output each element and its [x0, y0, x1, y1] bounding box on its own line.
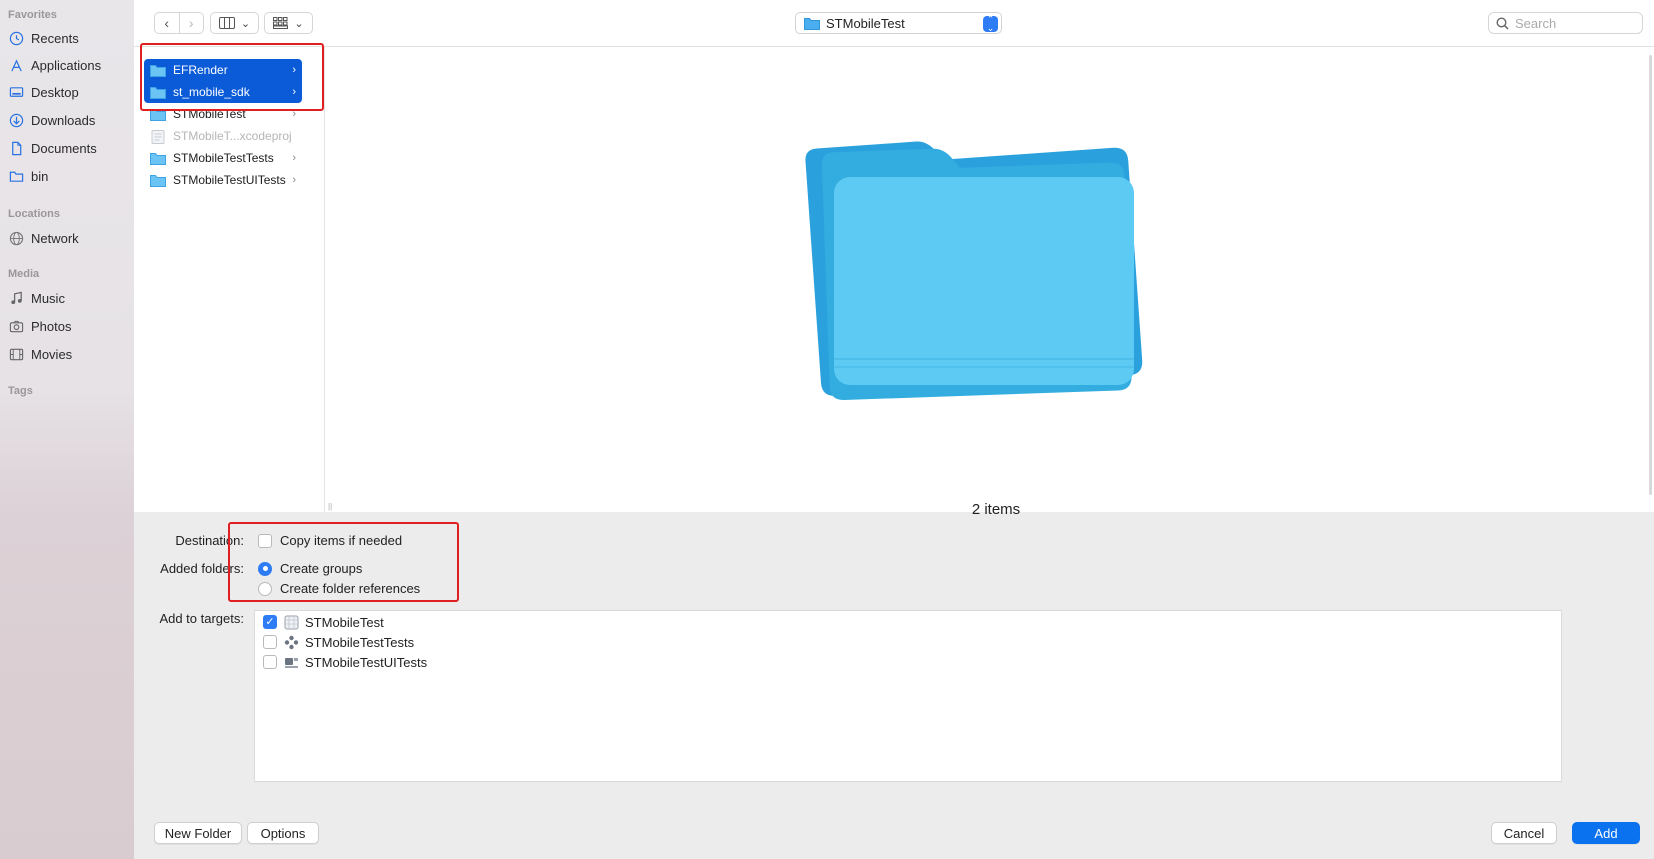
annotation-highlight-box: [140, 43, 324, 111]
main-panel: ‹ › ⌄ ⌄ STMobileTest ⌃⌄ Search EFRender: [134, 0, 1654, 859]
target-row-stmobiletestuitests[interactable]: STMobileTestUITests: [263, 654, 427, 670]
search-icon: [1496, 16, 1509, 30]
column-view-button[interactable]: ⌄: [210, 12, 259, 34]
sidebar-item-label: Recents: [31, 30, 79, 46]
target-checkbox[interactable]: [263, 635, 277, 649]
path-popup-label: STMobileTest: [826, 15, 905, 31]
sidebar-item-desktop[interactable]: Desktop: [8, 81, 128, 103]
vertical-scrollbar[interactable]: [1649, 55, 1652, 495]
back-button[interactable]: ‹: [155, 13, 179, 33]
sidebar-item-label: Movies: [31, 346, 73, 362]
forward-button[interactable]: ›: [178, 13, 204, 33]
ui-test-target-icon: [283, 654, 299, 670]
sidebar-section-locations: Locations: [8, 208, 60, 220]
file-row-stmobiletesttests[interactable]: STMobileTestTests ›: [144, 147, 302, 169]
target-name: STMobileTestUITests: [305, 654, 428, 670]
file-row-xcodeproj[interactable]: STMobileT...xcodeproj: [144, 125, 302, 147]
file-column: EFRender › st_mobile_sdk › STMobileTest …: [134, 43, 325, 513]
sidebar-item-photos[interactable]: Photos: [8, 315, 128, 337]
target-name: STMobileTestTests: [305, 634, 415, 650]
sidebar-item-recents[interactable]: Recents: [8, 27, 128, 49]
target-row-stmobiletesttests[interactable]: STMobileTestTests: [263, 634, 414, 650]
sidebar-section-favorites: Favorites: [8, 9, 57, 21]
sidebar-section-media: Media: [8, 268, 40, 280]
film-icon: [8, 346, 24, 362]
target-checkbox[interactable]: ✓: [263, 615, 277, 629]
sidebar-section-tags: Tags: [8, 385, 33, 397]
stepper-icon: ⌃ ⌄: [983, 15, 998, 33]
sidebar-item-movies[interactable]: Movies: [8, 343, 128, 365]
sidebar: Favorites Recents Applications Desktop D…: [0, 0, 134, 859]
globe-icon: [8, 230, 24, 246]
sidebar-item-music[interactable]: Music: [8, 287, 128, 309]
preview-pane: 2 items: [338, 47, 1654, 518]
sidebar-item-documents[interactable]: Documents: [8, 137, 128, 159]
search-placeholder: Search: [1515, 15, 1557, 31]
target-name: STMobileTest: [305, 614, 384, 630]
search-field[interactable]: Search: [1488, 12, 1643, 34]
music-icon: [8, 290, 24, 306]
annotation-highlight-box: [228, 522, 459, 602]
stacked-folders-icon: [805, 141, 1143, 401]
column-resize-handle[interactable]: ||: [328, 502, 332, 511]
folder-icon: [804, 17, 820, 30]
chevron-left-icon: ‹: [164, 15, 170, 31]
chevron-right-icon: ›: [292, 152, 296, 164]
new-folder-button[interactable]: New Folder: [154, 822, 242, 844]
cancel-button[interactable]: Cancel: [1491, 822, 1557, 844]
sidebar-item-bin[interactable]: bin: [8, 165, 128, 187]
sidebar-item-label: Documents: [31, 140, 97, 156]
sidebar-item-downloads[interactable]: Downloads: [8, 109, 128, 131]
downloads-icon: [8, 112, 24, 128]
desktop-icon: [8, 84, 24, 100]
folder-icon: [150, 174, 166, 187]
sidebar-item-label: Desktop: [31, 84, 79, 100]
file-browser: EFRender › st_mobile_sdk › STMobileTest …: [134, 43, 1654, 518]
preview-caption: 2 items: [971, 501, 1021, 518]
sidebar-item-label: Photos: [31, 318, 72, 334]
target-row-stmobiletest[interactable]: ✓ STMobileTest: [263, 614, 384, 630]
sidebar-item-applications[interactable]: Applications: [8, 54, 128, 76]
file-name: STMobileT...xcodeproj: [173, 129, 292, 143]
sidebar-item-label: Applications: [31, 57, 102, 73]
sidebar-item-label: Network: [31, 230, 79, 246]
chevron-right-icon: ›: [188, 15, 194, 31]
file-row-stmobiletestuitests[interactable]: STMobileTestUITests ›: [144, 169, 302, 191]
camera-icon: [8, 318, 24, 334]
sidebar-item-label: Music: [31, 290, 65, 306]
chevron-right-icon: ›: [292, 174, 296, 186]
nav-buttons: ‹ ›: [154, 12, 204, 34]
file-name: STMobileTestTests: [173, 151, 274, 165]
grid-icon: [273, 17, 289, 29]
toolbar: ‹ › ⌄ ⌄ STMobileTest ⌃ ⌄ Search: [134, 0, 1654, 46]
chevron-down-icon: ⌄: [240, 17, 251, 30]
folder-icon: [150, 152, 166, 165]
columns-icon: [218, 17, 235, 29]
folder-icon: [8, 168, 24, 184]
target-checkbox[interactable]: [263, 655, 277, 669]
app-target-icon: [283, 614, 299, 630]
file-name: STMobileTestUITests: [173, 173, 286, 187]
clock-icon: [8, 30, 24, 46]
group-by-button[interactable]: ⌄: [264, 12, 313, 34]
document-icon: [8, 140, 24, 156]
chevron-down-icon: ⌄: [294, 17, 304, 30]
applications-icon: [8, 57, 24, 73]
path-popup[interactable]: STMobileTest ⌃ ⌄: [795, 12, 1002, 34]
targets-list: ✓ STMobileTest STMobileTestTests STMobil…: [254, 610, 1562, 782]
add-to-targets-label: Add to targets:: [159, 611, 244, 626]
xcodeproj-icon: [150, 129, 166, 144]
unit-test-target-icon: [283, 634, 299, 650]
options-button[interactable]: Options: [247, 822, 319, 844]
add-button[interactable]: Add: [1572, 822, 1640, 844]
sidebar-item-label: Downloads: [31, 112, 96, 128]
sidebar-item-network[interactable]: Network: [8, 227, 128, 249]
sidebar-item-label: bin: [31, 168, 49, 184]
